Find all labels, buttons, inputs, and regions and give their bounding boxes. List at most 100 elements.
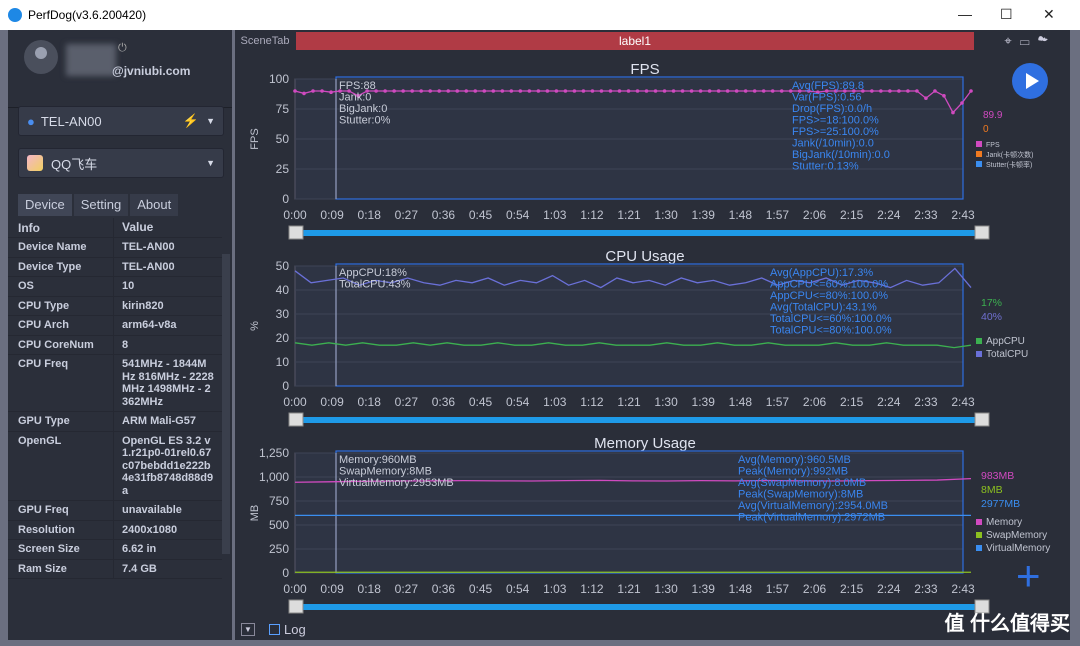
stat-line: AppCPU<=80%:100.0% xyxy=(770,290,888,302)
info-value: 541MHz - 1844MHz 816MHz - 2228MHz 1498MH… xyxy=(122,358,214,408)
log-checkbox[interactable] xyxy=(269,623,280,635)
tab-about[interactable]: About xyxy=(130,194,179,216)
legend-swatch xyxy=(976,161,982,167)
data-point xyxy=(428,89,432,93)
table-row: OpenGL OpenGL ES 3.2 v1.r21p0-01rel0.67c0… xyxy=(8,431,222,501)
slider-handle-right[interactable] xyxy=(974,412,990,427)
x-tick-label: 0:36 xyxy=(432,582,456,596)
app-select[interactable]: QQ飞车 ▼ xyxy=(18,148,224,178)
info-value: ARM Mali-G57 xyxy=(122,415,196,427)
slider-handle-left[interactable] xyxy=(288,225,304,240)
x-tick-label: 0:45 xyxy=(469,395,493,409)
data-point xyxy=(879,89,883,93)
x-tick-label: 0:18 xyxy=(358,582,382,596)
time-range-slider[interactable] xyxy=(295,604,975,610)
y-tick-label: 500 xyxy=(269,518,289,532)
data-point xyxy=(743,89,748,93)
data-point xyxy=(518,89,523,93)
data-point xyxy=(707,89,712,93)
minimize-button[interactable]: — xyxy=(958,6,972,22)
info-key: Ram Size xyxy=(8,559,114,578)
table-row: Resolution 2400x1080 xyxy=(8,520,222,540)
cursor-label: BigJank:0 xyxy=(339,103,387,115)
legend-swatch xyxy=(976,338,982,344)
data-point xyxy=(590,89,595,93)
time-range-slider[interactable] xyxy=(295,417,975,423)
x-tick-label: 1:03 xyxy=(543,208,567,222)
current-value: 89.9 xyxy=(983,110,1003,121)
data-point xyxy=(924,96,928,100)
info-value: 2400x1080 xyxy=(122,523,178,536)
sidebar: ⏻ @jvniubi.com ● TEL-AN00 ⚡ ▼ QQ飞车 ▼ Dev… xyxy=(8,30,232,640)
data-point xyxy=(455,89,460,93)
data-point xyxy=(545,89,550,93)
x-tick-label: 2:24 xyxy=(877,582,901,596)
chart-title: FPS xyxy=(630,61,659,78)
slider-handle-left[interactable] xyxy=(288,599,304,614)
stat-line: Avg(AppCPU):17.3% xyxy=(770,267,873,279)
x-tick-label: 1:57 xyxy=(766,208,790,222)
info-key: CPU Type xyxy=(8,296,114,315)
data-point xyxy=(906,89,910,93)
info-value: 7.4 GB xyxy=(122,562,157,575)
cursor-label: Jank:0 xyxy=(339,92,371,104)
table-row: CPU Arch arm64-v8a xyxy=(8,316,222,336)
app-icon xyxy=(27,155,43,171)
data-point xyxy=(716,89,721,93)
table-row: Screen Size 6.62 in xyxy=(8,540,222,560)
slider-handle-left[interactable] xyxy=(288,412,304,427)
legend-swatch xyxy=(976,519,982,525)
x-tick-label: 2:33 xyxy=(914,582,938,596)
x-tick-label: 1:39 xyxy=(692,208,716,222)
data-point xyxy=(608,89,613,93)
play-button[interactable] xyxy=(1012,63,1048,99)
chart-1: CPU Usage% 0 10 20 30 40 50 0:00 0:09 0:18 0:27 0:3… xyxy=(249,248,1028,427)
info-key: Screen Size xyxy=(8,540,114,559)
data-point xyxy=(626,89,631,93)
info-key: CPU Freq xyxy=(8,355,114,411)
table-row: Ram Size 7.4 GB xyxy=(8,559,222,579)
info-value: 10 xyxy=(122,280,135,292)
data-point xyxy=(500,89,505,93)
stat-line: BigJank(/10min):0.0 xyxy=(792,149,890,161)
table-row: GPU Type ARM Mali-G57 xyxy=(8,412,222,432)
x-tick-label: 0:45 xyxy=(469,208,493,222)
info-value: OpenGL ES 3.2 v1.r21p0-01rel0.67c07bebdd… xyxy=(122,434,214,497)
data-point xyxy=(581,89,586,93)
maximize-button[interactable]: ☐ xyxy=(1000,6,1013,23)
x-tick-label: 0:27 xyxy=(395,395,419,409)
window-title: PerfDog(v3.6.200420) xyxy=(28,8,147,22)
add-chart-button[interactable]: + xyxy=(1016,555,1041,597)
data-point xyxy=(527,89,532,93)
stat-line: Peak(SwapMemory):8MB xyxy=(738,489,863,501)
time-range-slider[interactable] xyxy=(295,230,975,236)
info-key: Resolution xyxy=(8,520,114,539)
logout-icon[interactable]: ⏻ xyxy=(118,42,127,55)
data-point xyxy=(915,89,919,93)
data-point xyxy=(662,89,667,93)
stat-line: Peak(Memory):992MB xyxy=(738,466,848,478)
stat-line: Stutter:0.13% xyxy=(792,161,859,173)
y-axis-label: % xyxy=(249,321,261,331)
info-value: 8 xyxy=(122,338,129,351)
cursor-label: Memory:960MB xyxy=(339,454,417,466)
stat-line: Avg(VirtualMemory):2954.0MB xyxy=(738,500,888,512)
close-button[interactable]: ✕ xyxy=(1043,6,1055,23)
expand-icon[interactable]: ▼ xyxy=(241,622,255,636)
x-tick-label: 1:30 xyxy=(654,208,678,222)
slider-handle-right[interactable] xyxy=(974,225,990,240)
cursor-label: VirtualMemory:2953MB xyxy=(339,477,454,489)
info-key: Device Name xyxy=(8,238,114,257)
current-value: 8MB xyxy=(981,484,1003,496)
legend-swatch xyxy=(976,151,982,157)
data-point xyxy=(599,89,604,93)
data-point xyxy=(437,89,442,93)
device-select[interactable]: ● TEL-AN00 ⚡ ▼ xyxy=(18,106,224,136)
x-tick-label: 1:21 xyxy=(617,395,641,409)
sidebar-scrollbar[interactable] xyxy=(222,254,230,554)
tab-device[interactable]: Device xyxy=(18,194,72,216)
tab-setting[interactable]: Setting xyxy=(73,194,129,216)
x-tick-label: 2:15 xyxy=(840,582,864,596)
data-point xyxy=(536,89,541,93)
info-key: GPU Type xyxy=(8,412,114,431)
